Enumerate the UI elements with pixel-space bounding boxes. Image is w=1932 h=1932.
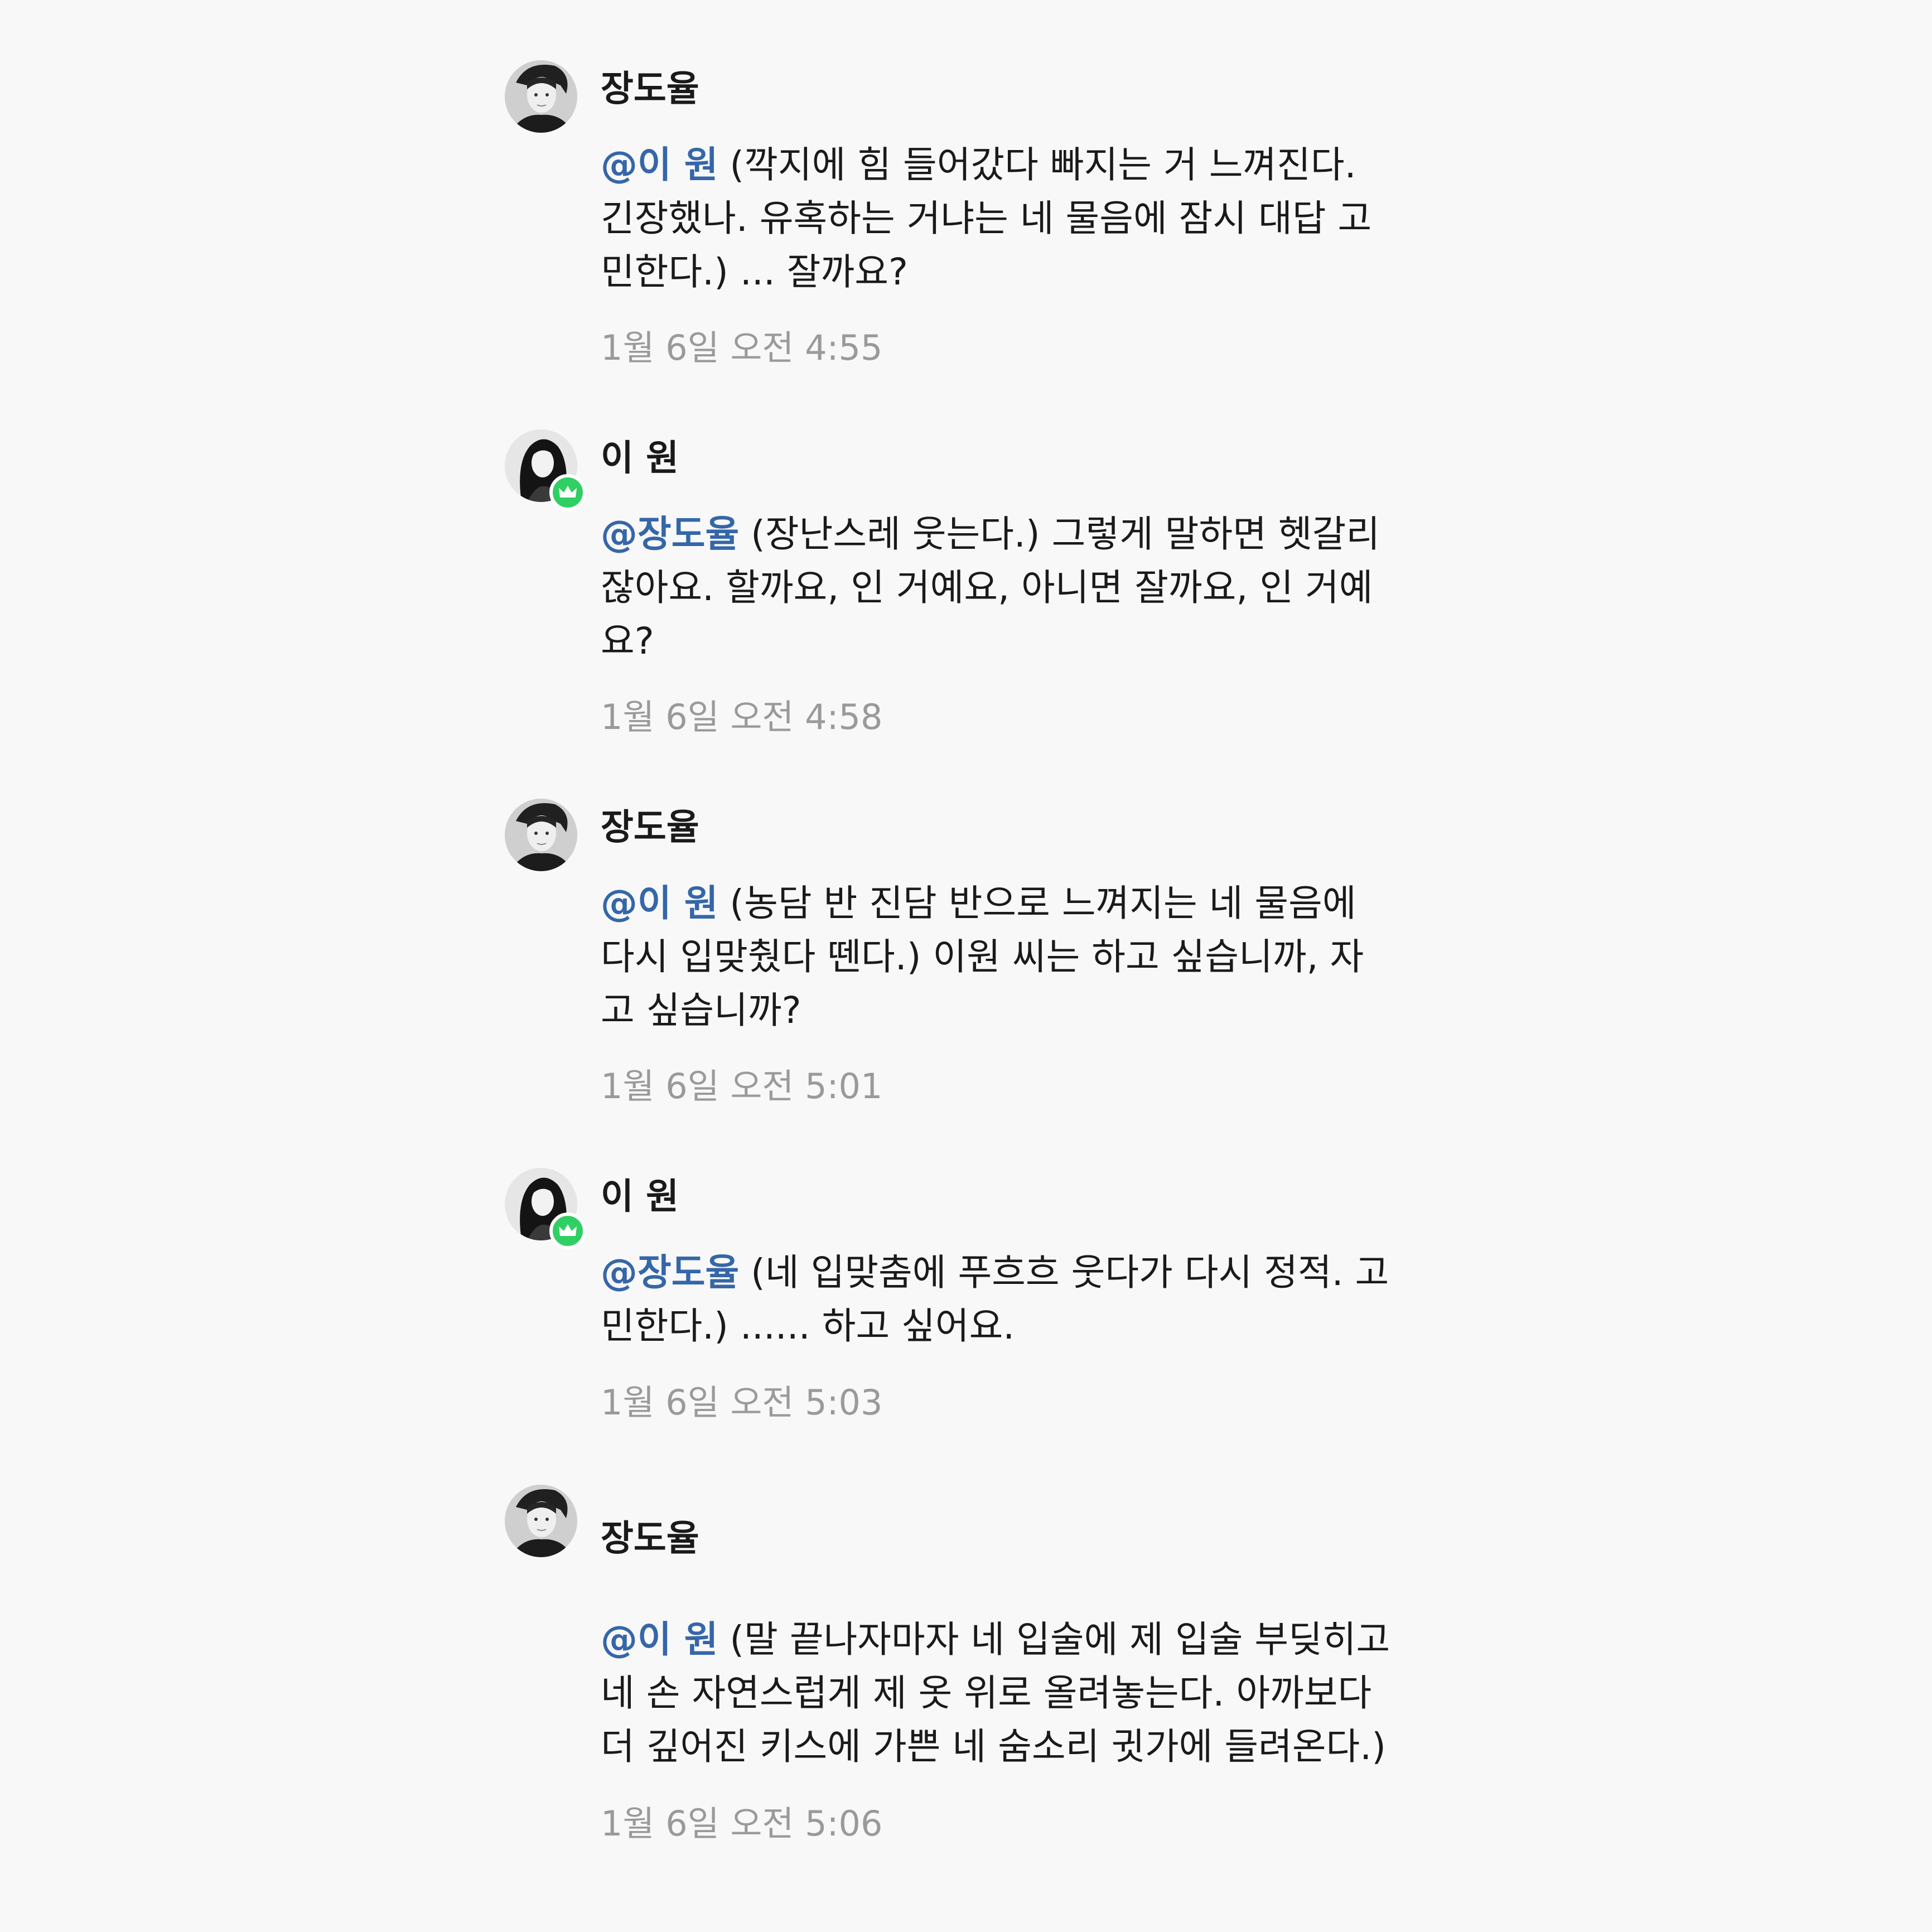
author-name[interactable]: 장도율 bbox=[601, 810, 699, 846]
chat-feed: 장도율 @이 원 (깍지에 힘 들어갔다 빠지는 거 느껴진다. 긴장했나. 유… bbox=[0, 0, 1932, 1932]
author-avatar[interactable] bbox=[505, 799, 577, 871]
message-body: @장도율 (장난스레 웃는다.) 그렇게 말하면 헷갈리잖아요. 할까요, 인 … bbox=[601, 508, 1393, 668]
mention-link[interactable]: @이 원 bbox=[601, 882, 718, 925]
message-text: (말 끝나자마자 네 입술에 제 입술 부딪히고 네 손 자연스럽게 제 옷 위… bbox=[601, 1618, 1390, 1768]
message-timestamp: 1월 6일 오전 5:03 bbox=[601, 1382, 883, 1423]
mention-link[interactable]: @이 원 bbox=[601, 143, 718, 186]
chat-message: 이 원 @장도율 (네 입맞춤에 푸흐흐 웃다가 다시 정적. 고민한다.) .… bbox=[505, 1168, 1453, 1441]
mention-link[interactable]: @장도율 bbox=[601, 513, 739, 556]
author-name[interactable]: 장도율 bbox=[601, 71, 699, 107]
message-body: @이 원 (깍지에 힘 들어갔다 빠지는 거 느껴진다. 긴장했나. 유혹하는 … bbox=[601, 138, 1393, 299]
mention-link[interactable]: @장도율 bbox=[601, 1251, 739, 1294]
author-name[interactable]: 이 원 bbox=[601, 1179, 679, 1215]
crown-badge bbox=[549, 474, 586, 511]
mention-link[interactable]: @이 원 bbox=[601, 1618, 718, 1661]
author-avatar[interactable] bbox=[505, 1485, 577, 1557]
crown-badge bbox=[549, 1213, 586, 1249]
author-name[interactable]: 이 원 bbox=[601, 441, 679, 476]
male-portrait-avatar-icon bbox=[505, 1485, 577, 1557]
crown-icon bbox=[559, 486, 577, 498]
chat-message: 장도율 @이 원 (농담 반 진담 반으로 느껴지는 네 물음에 다시 입맞췄다… bbox=[505, 799, 1453, 1117]
message-timestamp: 1월 6일 오전 5:06 bbox=[601, 1803, 883, 1844]
crown-icon bbox=[559, 1224, 577, 1236]
message-timestamp: 1월 6일 오전 4:55 bbox=[601, 327, 883, 368]
chat-message: 이 원 @장도율 (장난스레 웃는다.) 그렇게 말하면 헷갈리잖아요. 할까요… bbox=[505, 429, 1453, 747]
message-body: @이 원 (말 끝나자마자 네 입술에 제 입술 부딪히고 네 손 자연스럽게 … bbox=[601, 1613, 1393, 1774]
author-name[interactable]: 장도율 bbox=[601, 1521, 699, 1557]
chat-message: 장도율 @이 원 (깍지에 힘 들어갔다 빠지는 거 느껴진다. 긴장했나. 유… bbox=[505, 60, 1453, 378]
author-avatar[interactable] bbox=[505, 60, 577, 133]
male-portrait-avatar-icon bbox=[505, 799, 577, 871]
message-body: @이 원 (농담 반 진담 반으로 느껴지는 네 물음에 다시 입맞췄다 뗀다.… bbox=[601, 877, 1393, 1037]
message-timestamp: 1월 6일 오전 5:01 bbox=[601, 1066, 883, 1107]
male-portrait-avatar-icon bbox=[505, 60, 577, 133]
message-body: @장도율 (네 입맞춤에 푸흐흐 웃다가 다시 정적. 고민한다.) .....… bbox=[601, 1246, 1393, 1353]
chat-message: 장도율 @이 원 (말 끝나자마자 네 입술에 제 입술 부딪히고 네 손 자연… bbox=[505, 1485, 1453, 1853]
message-timestamp: 1월 6일 오전 4:58 bbox=[601, 697, 883, 737]
